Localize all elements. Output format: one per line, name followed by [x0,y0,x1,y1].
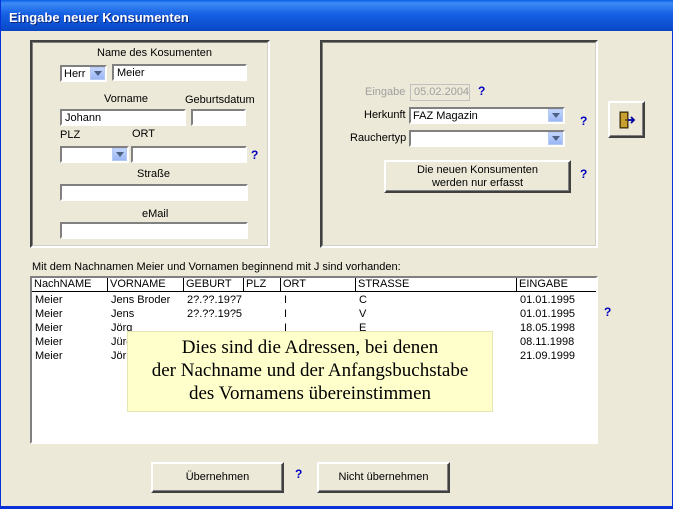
help-icon[interactable]: ? [580,167,587,181]
list-caption: Mit dem Nachnamen Meier und Vornamen beg… [32,261,401,273]
table-cell[interactable] [244,293,281,307]
herkunft-select[interactable]: FAZ Magazin [409,107,565,124]
exit-button[interactable] [608,101,645,138]
help-icon[interactable]: ? [604,305,611,319]
window-title: Eingabe neuer Konsumenten [9,10,189,25]
table-cell[interactable]: Meier [32,349,108,363]
nicht-uebernehmen-button[interactable]: Nicht übernehmen [317,462,450,493]
strasse-label: Straße [137,168,171,180]
table-cell[interactable]: Meier [32,335,108,349]
ort-field[interactable] [131,146,247,163]
table-cell[interactable]: Jens [108,307,184,321]
chevron-down-icon[interactable] [548,132,563,145]
email-field[interactable] [60,222,248,239]
column-header[interactable]: EINGABE [517,278,596,292]
table-cell[interactable]: 18.05.1998 [517,321,596,335]
ort-label: ORT [132,128,156,140]
column-header[interactable]: STRASSE [356,278,517,292]
table-cell[interactable]: Jens Broder [108,293,184,307]
chevron-down-icon[interactable] [112,148,127,161]
table-cell[interactable]: 01.01.1995 [517,293,596,307]
vorname-field[interactable]: Johann [60,109,186,126]
herkunft-value: FAZ Magazin [413,110,478,122]
title-bar[interactable]: Eingabe neuer Konsumenten [1,0,673,31]
plz-label: PLZ [60,129,81,141]
name-label: Name des Kosumenten [97,47,212,59]
geburtsdatum-field[interactable] [191,109,246,126]
eingabe-field: 05.02.2004 [410,84,470,101]
nur-erfassen-button[interactable]: Die neuen Konsumenten werden nur erfasst [384,160,571,193]
table-cell[interactable] [244,307,281,321]
table-cell[interactable]: Meier [32,307,108,321]
plz-select[interactable] [60,146,129,163]
rauchertyp-select[interactable] [409,130,565,147]
table-cell[interactable]: I [281,293,356,307]
dialog-window: Eingabe neuer Konsumenten Name des Kosum… [0,0,673,509]
table-cell[interactable]: I [281,307,356,321]
chevron-down-icon[interactable] [90,67,105,80]
column-header[interactable]: VORNAME [108,278,184,292]
column-header[interactable]: ORT [281,278,356,292]
column-header[interactable]: GEBURT [184,278,244,292]
hint-tooltip: Dies sind die Adressen, bei denen der Na… [127,331,493,412]
table-cell[interactable]: V [356,307,517,321]
vorname-label: Vorname [104,93,149,105]
table-cell[interactable]: 2?.??.19?7 [184,293,244,307]
email-label: eMail [142,208,169,220]
column-header[interactable]: NachNAME [32,278,108,292]
anrede-select[interactable]: Herr [60,65,107,82]
table-cell[interactable]: Meier [32,293,108,307]
strasse-field[interactable] [60,184,248,201]
tooltip-line: Dies sind die Adressen, bei denen [181,337,439,358]
chevron-down-icon[interactable] [548,109,563,122]
help-icon[interactable]: ? [251,148,258,162]
table-cell[interactable]: 21.09.1999 [517,349,596,363]
table-cell[interactable]: C [356,293,517,307]
tooltip-line: der Nachname und der Anfangsbuchstabe [151,360,469,381]
help-icon[interactable]: ? [295,467,302,481]
geburtsdatum-label: Geburtsdatum [185,94,255,106]
rauchertyp-label: Rauchertyp [350,132,407,144]
table-cell[interactable]: 08.11.1998 [517,335,596,349]
nachname-field[interactable]: Meier [112,64,247,81]
help-icon[interactable]: ? [580,114,587,128]
eingabe-label: Eingabe [365,86,406,98]
help-icon[interactable]: ? [478,84,485,98]
herkunft-label: Herkunft [364,109,406,121]
uebernehmen-button[interactable]: Übernehmen [151,462,284,493]
table-cell[interactable]: Meier [32,321,108,335]
tooltip-line: des Vornamens übereinstimmen [188,383,432,404]
table-cell[interactable]: 01.01.1995 [517,307,596,321]
anrede-value: Herr [64,68,86,80]
table-cell[interactable]: 2?.??.19?5 [184,307,244,321]
column-header[interactable]: PLZ [244,278,281,292]
exit-door-icon [619,111,635,128]
